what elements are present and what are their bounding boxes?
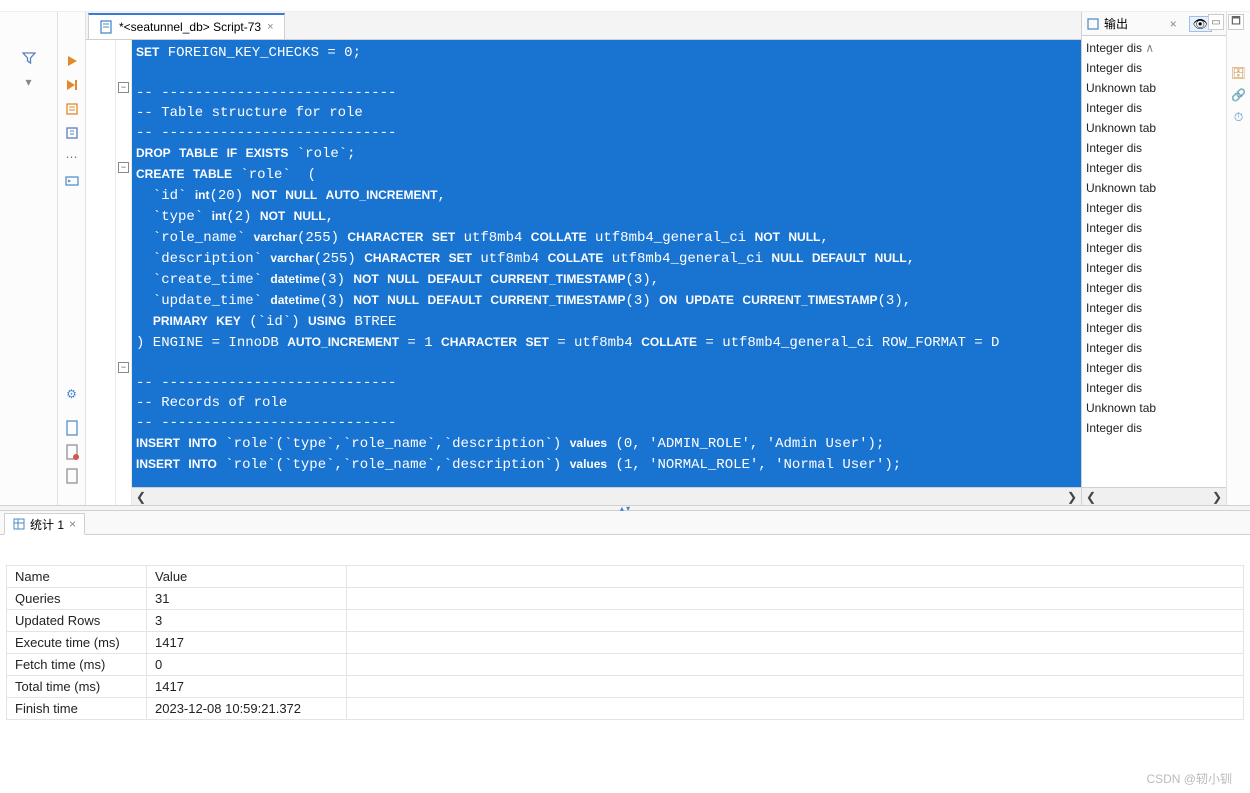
output-line: Unknown tab [1086,178,1222,198]
dashboard-icon[interactable]: ⏱ [1234,110,1243,125]
results-tabbar: 统计 1 × [0,511,1250,535]
editor-hscrollbar[interactable]: ❮ ❯ [132,487,1081,505]
output-line: Integer dis ∧ [1086,38,1222,58]
filter-icon[interactable] [20,50,38,66]
stat-name: Total time (ms) [7,676,147,698]
fold-toggle[interactable]: − [118,82,129,93]
more-icon[interactable]: ⋯ [63,148,81,166]
tab-label: *<seatunnel_db> Script-73 [119,20,261,34]
fold-gutter: − − − [116,40,132,505]
stats-tab-label: 统计 1 [30,516,64,533]
stat-value: 1417 [147,676,347,698]
col-name: Name [7,566,147,588]
output-line: Integer dis [1086,418,1222,438]
statistics-table: Name Value Queries31Updated Rows3Execute… [0,535,1250,793]
output-line: Integer dis [1086,198,1222,218]
output-line: Integer dis [1086,98,1222,118]
navigator-gutter: ▾ [0,12,58,505]
stat-name: Finish time [7,698,147,720]
table-row: Total time (ms)1417 [7,676,1244,698]
scroll-right-icon[interactable]: ❯ [1063,490,1081,504]
stat-name: Queries [7,588,147,610]
output-line: Integer dis [1086,238,1222,258]
page-link-icon[interactable] [63,467,81,485]
scroll-left-icon[interactable]: ❮ [1082,490,1100,504]
table-row: Execute time (ms)1417 [7,632,1244,654]
output-line: Integer dis [1086,218,1222,238]
col-value: Value [147,566,347,588]
stat-value: 1417 [147,632,347,654]
watermark: CSDN @轫小钏 [1146,770,1232,787]
tab-statistics[interactable]: 统计 1 × [4,513,85,535]
output-line: Unknown tab [1086,398,1222,418]
stat-name: Fetch time (ms) [7,654,147,676]
close-icon[interactable]: × [267,21,273,33]
editor-toolbar: ⋯ ⚙ [58,12,86,505]
output-line: Integer dis [1086,258,1222,278]
output-line: Integer dis [1086,358,1222,378]
output-line: Unknown tab [1086,118,1222,138]
gear-icon[interactable]: ⚙ [63,385,81,403]
explain-icon[interactable] [63,124,81,142]
execute-icon[interactable] [63,52,81,70]
tab-script[interactable]: *<seatunnel_db> Script-73 × [88,13,285,39]
minimize-icon[interactable]: ▭ [1208,14,1224,30]
stat-name: Updated Rows [7,610,147,632]
table-row: Queries31 [7,588,1244,610]
stat-value: 3 [147,610,347,632]
output-hscrollbar[interactable]: ❮ ❯ [1082,487,1226,505]
execute-plan-icon[interactable] [63,100,81,118]
sql-editor[interactable]: SET FOREIGN_KEY_CHECKS = 0; -- ---------… [132,40,1081,487]
link-icon[interactable]: 🔗 [1231,88,1246,102]
line-gutter [86,40,116,505]
output-line: Integer dis [1086,138,1222,158]
close-icon[interactable]: × [69,517,76,531]
output-line: Integer dis [1086,158,1222,178]
db-icon[interactable]: 🗄 [1231,66,1246,80]
scroll-left-icon[interactable]: ❮ [132,490,150,504]
output-line: Integer dis [1086,378,1222,398]
sql-file-icon [99,20,113,34]
scroll-right-icon[interactable]: ❯ [1208,490,1226,504]
console-icon[interactable] [63,172,81,190]
right-trim: 🗄 🔗 ⏱ [1226,12,1250,505]
fold-toggle[interactable]: − [118,162,129,173]
fold-toggle[interactable]: − [118,362,129,373]
stat-value: 2023-12-08 10:59:21.372 [147,698,347,720]
close-icon[interactable]: × [1170,17,1177,31]
output-line: Unknown tab [1086,78,1222,98]
stat-value: 31 [147,588,347,610]
maximize-icon[interactable]: 🗖 [1228,14,1244,30]
output-line: Integer dis [1086,58,1222,78]
page-warn-icon[interactable] [63,443,81,461]
output-line: Integer dis [1086,318,1222,338]
output-title: 输出 [1104,15,1166,32]
table-icon [13,518,25,530]
table-row: Updated Rows3 [7,610,1244,632]
output-panel: 输出 × 👁 ▾ Integer dis ∧Integer disUnknown… [1081,12,1226,505]
window-controls: ▭ 🗖 [1208,14,1244,30]
output-icon [1086,17,1100,31]
chevron-down-icon[interactable]: ▾ [20,74,38,90]
stat-value: 0 [147,654,347,676]
execute-script-icon[interactable] [63,76,81,94]
stat-name: Execute time (ms) [7,632,147,654]
table-row: Finish time2023-12-08 10:59:21.372 [7,698,1244,720]
output-line: Integer dis [1086,298,1222,318]
output-line: Integer dis [1086,338,1222,358]
page-icon[interactable] [63,419,81,437]
editor-tabbar: *<seatunnel_db> Script-73 × [86,12,1081,40]
table-row: Fetch time (ms)0 [7,654,1244,676]
output-line: Integer dis [1086,278,1222,298]
